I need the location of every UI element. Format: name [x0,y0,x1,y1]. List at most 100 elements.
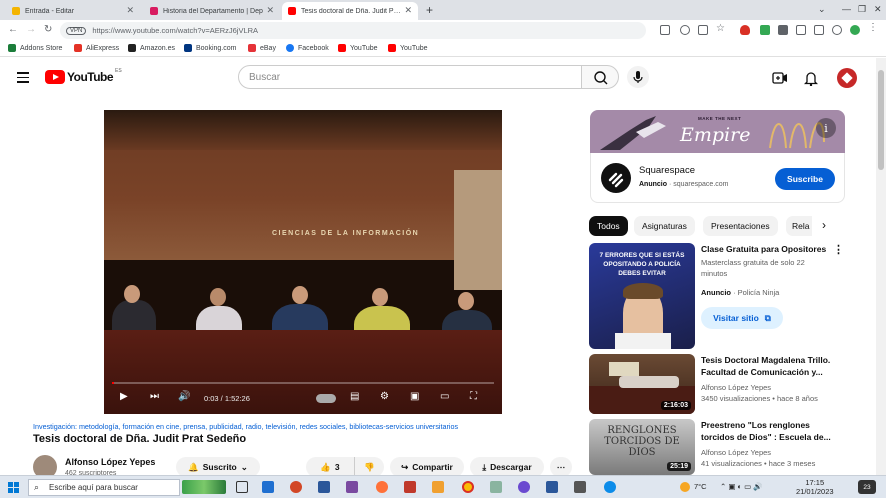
like-button[interactable]: 👍 3 [306,457,354,477]
app-l-icon[interactable] [318,481,330,493]
download-button[interactable]: ⤓ Descargar [470,457,544,477]
weather-temp[interactable]: 7°C [694,482,707,491]
search-button[interactable] [581,65,619,89]
app-icon[interactable] [518,481,530,493]
folder-icon[interactable] [432,481,444,493]
app-icon[interactable] [346,481,358,493]
edge-icon[interactable] [604,481,616,493]
chips-next-icon[interactable]: › [822,218,826,232]
bookmark-aliexpress[interactable]: AliExpress [74,44,119,52]
news-widget-icon[interactable] [182,480,226,494]
video-player[interactable]: CIENCIAS DE LA INFORMACIÓN ▶ ⏭ 🔊 0:03 / … [104,110,502,414]
page-scrollbar[interactable] [876,58,886,475]
close-tab-icon[interactable]: ✕ [404,5,412,16]
pdf-icon[interactable] [404,481,416,493]
close-tab-icon[interactable]: ✕ [266,5,274,16]
theater-mode-icon[interactable]: ▭ [440,391,449,402]
vpn-badge[interactable]: VPN [66,26,87,35]
volume-icon[interactable]: 🔊 [178,391,190,402]
chip-presentaciones[interactable]: Presentaciones [703,216,778,236]
play-icon[interactable]: ▶ [120,391,128,402]
reading-list-icon[interactable] [796,25,806,35]
next-icon[interactable]: ⏭ [150,391,159,402]
task-view-icon[interactable] [236,481,248,493]
bookmark-star-icon[interactable]: ☆ [716,23,726,34]
recommendation-video[interactable]: RENGLONES TORCIDOS DE DIOS 25:19 Preestr… [589,419,879,475]
shield-extension-icon[interactable] [740,25,750,35]
autoplay-toggle[interactable] [316,394,336,403]
close-tab-icon[interactable]: ✕ [126,5,134,16]
chrome-icon[interactable] [462,481,474,493]
ad-subscribe-button[interactable]: Suscribe [775,168,835,190]
tab-tesis[interactable]: Tesis doctoral de Dña. Judit Prat ✕ [282,2,418,20]
youtube-logo[interactable]: YouTube ES [45,68,122,84]
firefox-icon[interactable] [376,481,388,493]
subscribed-button[interactable]: 🔔 Suscrito ⌄ [176,457,260,477]
create-video-icon[interactable] [772,71,788,85]
ad-banner[interactable]: MAKE THE NEXT Empire i [590,110,845,153]
app-icon[interactable] [490,481,502,493]
share-button[interactable]: ↪ Compartir [390,457,464,477]
chip-asignaturas[interactable]: Asignaturas [634,216,695,236]
ad-info-icon[interactable]: i [816,118,836,138]
subtitles-icon[interactable]: ▤ [350,391,359,402]
share-icon[interactable] [698,25,708,35]
bookmark-youtube-1[interactable]: YouTube [338,44,378,52]
zoom-icon[interactable] [680,25,690,35]
voice-search-button[interactable] [627,66,649,88]
tab-historia[interactable]: Historia del Departamento | Dep ✕ [144,2,280,20]
bookmark-booking[interactable]: Booking.com [184,44,236,52]
more-actions-button[interactable]: ⋯ [550,457,572,477]
tab-entrada[interactable]: Entrada - Editar ✕ [6,2,140,20]
puzzle-icon[interactable] [778,25,788,35]
system-tray-icons[interactable]: ⌃ ▣ ◐ ▭ 🔊 [720,482,763,491]
visit-site-button[interactable]: Visitar sitio ⧉ [701,307,783,329]
bookmark-addons-store[interactable]: Addons Store [8,44,62,52]
app-icon[interactable] [574,481,586,493]
more-options-icon[interactable]: ⋮ [833,243,844,256]
app-icon[interactable] [262,481,274,493]
channel-name[interactable]: Alfonso López Yepes [65,457,155,467]
recommendation-ad[interactable]: 7 ERRORES QUE SI ESTÁS OPOSITANDO A POLI… [589,243,879,349]
miniplayer-icon[interactable]: ▣ [410,391,419,402]
word-icon[interactable] [546,481,558,493]
tab-search-icon[interactable]: ⌄ [818,4,826,15]
ad-card[interactable]: Squarespace Anuncio · squarespace.com Su… [590,153,845,203]
recommendation-video[interactable]: 2:16:03 Tesis Doctoral Magdalena Trillo.… [589,354,879,414]
security-extension-icon[interactable] [850,25,860,35]
menu-icon[interactable] [17,72,29,86]
back-icon[interactable]: ← [8,24,18,35]
fullscreen-icon[interactable]: ⛶ [470,391,477,402]
progress-bar[interactable] [112,382,494,384]
account-avatar[interactable] [837,68,857,88]
notification-badge[interactable]: 23 [858,480,876,494]
close-window-icon[interactable]: ✕ [874,4,882,15]
install-icon[interactable] [660,25,670,35]
extension-icon[interactable] [760,25,770,35]
settings-gear-icon[interactable]: ⚙ [380,391,389,402]
bookmark-ebay[interactable]: eBay [248,44,276,52]
weather-icon[interactable] [680,482,690,492]
notifications-bell-icon[interactable] [804,71,818,86]
minimize-icon[interactable]: — [842,4,851,14]
taskbar-search-input[interactable]: ⌕ Escribe aquí para buscar [28,479,180,496]
side-panel-icon[interactable] [814,25,824,35]
chip-todos[interactable]: Todos [589,216,628,236]
clock[interactable]: 17:15 21/01/2023 [796,478,834,496]
bookmark-youtube-2[interactable]: YouTube [388,44,428,52]
scrollbar-thumb[interactable] [878,70,884,170]
forward-icon[interactable]: → [26,24,36,35]
profile-icon[interactable] [832,25,842,35]
bookmark-facebook[interactable]: Facebook [286,44,329,52]
new-tab-button[interactable]: + [426,3,433,17]
dislike-button[interactable]: 👎 [354,457,384,477]
address-bar[interactable]: VPN https://www.youtube.com/watch?v=AERz… [60,22,646,39]
powerpoint-icon[interactable] [290,481,302,493]
windows-start-icon[interactable] [8,482,19,493]
reload-icon[interactable]: ↻ [44,24,52,35]
chip-rela[interactable]: Rela [786,216,812,236]
bookmark-amazon[interactable]: Amazon.es [128,44,175,52]
video-hashtags[interactable]: Investigación: metodología, formación en… [33,422,458,431]
restore-icon[interactable]: ❐ [858,4,866,15]
search-input[interactable]: Buscar [238,65,582,89]
